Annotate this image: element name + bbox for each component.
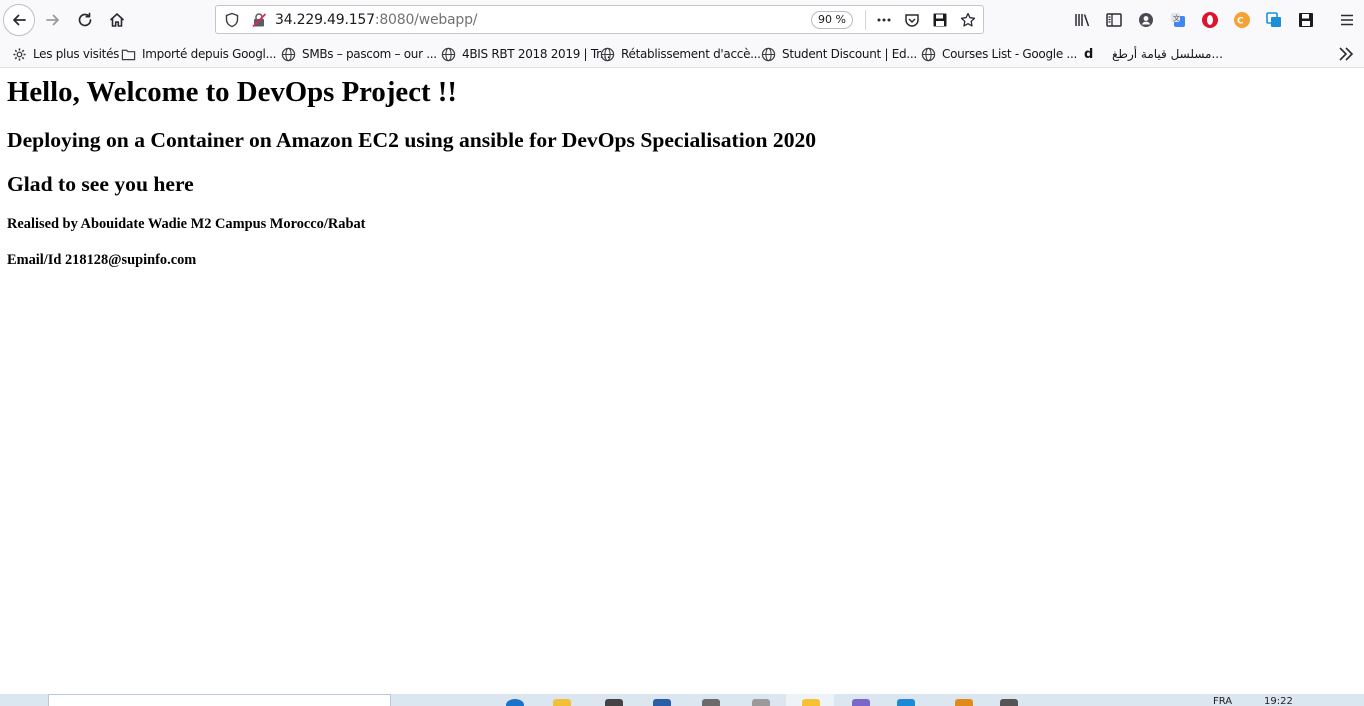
arrow-left-icon (13, 14, 26, 26)
translate-extension-button[interactable]: 文 (1167, 9, 1189, 31)
taskbar-search-box[interactable] (48, 694, 391, 706)
folder-icon (121, 49, 136, 60)
clock-time[interactable]: 19:22 (1264, 696, 1293, 706)
bookmark-item[interactable]: Rétablissement d'accè... (600, 44, 761, 64)
bookmark-label: Importé depuis Googl... (142, 47, 277, 61)
app-icon[interactable] (955, 699, 973, 706)
bookmark-label: Courses List - Google ... (942, 47, 1077, 61)
chevron-double-right-icon[interactable] (1336, 45, 1356, 63)
star-icon (960, 12, 976, 27)
app-icon[interactable] (605, 699, 623, 706)
svg-text:C: C (1237, 17, 1244, 27)
coupon-extension-button[interactable]: C (1231, 9, 1253, 31)
url-path: :8080/webapp/ (374, 12, 478, 28)
library-button[interactable] (1071, 9, 1093, 31)
url-separator (865, 10, 866, 30)
bookmarks-bar: Les plus visités Importé depuis Googl...… (0, 40, 1364, 68)
bookmark-item[interactable]: Student Discount | Ed... (761, 44, 917, 64)
language-indicator[interactable]: FRA (1213, 696, 1232, 706)
sidebar-button[interactable] (1103, 9, 1125, 31)
floppy-icon (933, 13, 947, 27)
browser-toolbar: 34.229.49.157:8080/webapp/ 90 % 文 C (0, 0, 1364, 40)
bookmark-label: Student Discount | Ed... (782, 47, 917, 61)
globe-icon (600, 47, 615, 61)
bookmark-item[interactable]: SMBs – pascom – our ... (281, 44, 437, 64)
zoom-indicator[interactable]: 90 % (811, 11, 853, 29)
bookmark-label: Les plus visités (33, 47, 120, 61)
url-host: 34.229.49.157 (275, 12, 375, 28)
email-line: Email/Id 218128@supinfo.com (7, 252, 197, 268)
menu-button[interactable] (1336, 9, 1358, 31)
insecure-lock-icon[interactable] (251, 12, 267, 28)
globe-icon (761, 47, 776, 61)
gear-icon (13, 47, 26, 61)
bookmark-label: مسلسل قيامة أرطغ... (1112, 47, 1223, 61)
url-text[interactable]: 34.229.49.157:8080/webapp/ (275, 12, 478, 28)
web-page-content: Hello, Welcome to DevOps Project !! Depl… (0, 69, 1364, 695)
save-extension-button[interactable] (1295, 9, 1317, 31)
screenshot-icon (1266, 12, 1281, 27)
app-icon[interactable] (653, 699, 671, 706)
page-subtitle: Deploying on a Container on Amazon EC2 u… (7, 128, 817, 152)
file-explorer-icon[interactable] (553, 699, 571, 706)
back-button[interactable] (3, 4, 35, 36)
page-actions-button[interactable] (873, 10, 895, 30)
bookmark-label: 4BIS RBT 2018 2019 | Tr... (462, 47, 611, 61)
app-icon[interactable] (897, 699, 915, 706)
globe-icon (281, 47, 296, 61)
globe-icon (441, 47, 456, 61)
library-icon (1075, 14, 1090, 27)
pocket-icon (905, 14, 919, 27)
bookmark-item[interactable]: مسلسل قيامة أرطغ... (1112, 44, 1223, 64)
bookmark-folder[interactable]: Importé depuis Googl... (121, 44, 276, 64)
forward-button[interactable] (37, 4, 69, 36)
translate-icon: 文 (1171, 13, 1185, 27)
account-button[interactable] (1135, 9, 1157, 31)
app-icon[interactable] (1000, 699, 1018, 706)
url-bar[interactable]: 34.229.49.157:8080/webapp/ 90 % (215, 5, 984, 34)
opera-icon (1202, 12, 1218, 28)
hamburger-icon (1341, 14, 1353, 26)
reload-icon (78, 12, 92, 27)
opera-extension-button[interactable] (1199, 9, 1221, 31)
greeting-heading: Glad to see you here (7, 172, 194, 196)
floppy-icon (1299, 13, 1313, 27)
more-dots-icon (877, 18, 891, 22)
arrow-right-icon (46, 14, 59, 26)
bookmark-item[interactable]: d (1084, 44, 1093, 64)
bookmark-label: d (1084, 46, 1094, 62)
author-line: Realised by Abouidate Wadie M2 Campus Mo… (7, 216, 366, 232)
home-icon (109, 13, 125, 27)
shield-icon[interactable] (224, 12, 240, 28)
app-icon[interactable] (802, 699, 820, 706)
edge-icon[interactable] (506, 699, 524, 706)
bookmark-item[interactable]: Les plus visités (12, 44, 119, 64)
home-button[interactable] (101, 4, 133, 36)
save-page-button[interactable] (929, 10, 951, 30)
sidebar-icon (1106, 13, 1122, 27)
app-icon[interactable] (752, 699, 770, 706)
teams-icon[interactable] (852, 699, 870, 706)
app-icon[interactable] (702, 699, 720, 706)
reload-button[interactable] (69, 4, 101, 36)
pocket-button[interactable] (901, 10, 923, 30)
account-icon (1139, 13, 1153, 27)
bookmark-label: Rétablissement d'accè... (621, 47, 761, 61)
svg-text:文: 文 (1173, 14, 1180, 23)
bookmark-item[interactable]: 4BIS RBT 2018 2019 | Tr... (441, 44, 610, 64)
screenshot-extension-button[interactable] (1263, 9, 1285, 31)
coupon-icon: C (1234, 12, 1250, 28)
page-title: Hello, Welcome to DevOps Project !! (7, 76, 457, 108)
bookmark-label: SMBs – pascom – our ... (302, 47, 437, 61)
globe-icon (921, 47, 936, 61)
os-taskbar: FRA 19:22 (0, 694, 1364, 706)
bookmark-item[interactable]: Courses List - Google ... (921, 44, 1077, 64)
bookmark-star-button[interactable] (957, 10, 979, 30)
